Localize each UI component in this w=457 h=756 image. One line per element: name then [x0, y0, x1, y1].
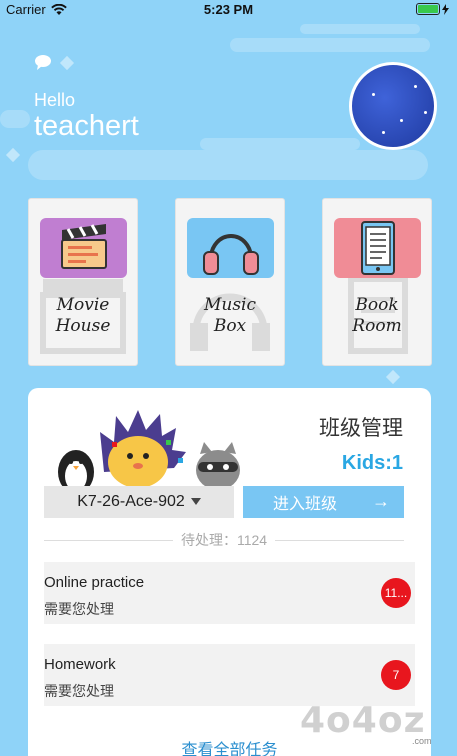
mascot-illustration — [58, 410, 240, 490]
clock: 5:23 PM — [203, 2, 254, 17]
ebook-icon — [361, 221, 395, 275]
diamond-decoration — [5, 147, 21, 163]
clapperboard-icon — [61, 224, 107, 269]
task-title: Online practice — [44, 574, 145, 591]
kids-count: Kids:1 — [341, 452, 403, 474]
book-room-label: Book Room — [352, 295, 402, 336]
task-item-homework[interactable]: Homework 需要您处理 7 — [44, 644, 415, 706]
enter-class-label: 进入班级 — [273, 496, 338, 513]
pending-divider: 待处理：1124 — [44, 530, 405, 550]
task-subtitle: 需要您处理 — [44, 601, 114, 617]
headphones-icon — [203, 234, 259, 275]
divider-line — [275, 539, 405, 541]
battery-icon — [416, 3, 440, 15]
task-badge: 7 — [381, 660, 411, 690]
user-name: teachert — [34, 110, 139, 142]
chat-bubble-icon[interactable] — [34, 54, 52, 70]
avatar[interactable] — [349, 62, 437, 150]
music-box-label: Music Box — [203, 295, 257, 336]
class-select-value: K7-26-Ace-902 — [77, 493, 185, 510]
pending-count: 待处理：1124 — [180, 532, 268, 548]
book-room-card[interactable]: Book Room — [322, 198, 432, 366]
cloud-decoration — [300, 24, 420, 34]
hello-label: Hello — [34, 90, 76, 110]
diamond-decoration — [59, 55, 75, 71]
book-icon-box — [334, 218, 421, 278]
movie-house-label: Movie House — [55, 295, 111, 336]
movie-house-card[interactable]: Movie House — [28, 198, 138, 366]
status-bar: Carrier 5:23 PM — [0, 0, 457, 20]
site-watermark: 4o4oz — [300, 700, 426, 741]
task-item-online-practice[interactable]: Online practice 需要您处理 11... — [44, 562, 415, 624]
cloud-decoration — [28, 150, 428, 180]
dropdown-triangle-icon — [190, 498, 201, 505]
battery-indicator — [416, 3, 449, 15]
task-badge: 11... — [381, 578, 411, 608]
divider-line — [44, 539, 173, 541]
music-box-card[interactable]: Music Box — [175, 198, 285, 366]
site-watermark-domain: .com — [412, 736, 432, 746]
task-title: Homework — [44, 656, 116, 673]
arrow-right-icon: → — [372, 491, 390, 511]
class-select-dropdown[interactable]: K7-26-Ace-902 — [44, 486, 234, 518]
cloud-decoration — [230, 38, 430, 52]
panel-title: 班级管理 — [319, 417, 403, 440]
cloud-decoration — [0, 110, 30, 128]
music-icon-box — [187, 218, 274, 278]
cloud-decoration — [200, 138, 360, 150]
charging-bolt-icon — [442, 3, 449, 15]
movie-icon-box — [40, 218, 127, 278]
task-subtitle: 需要您处理 — [44, 683, 114, 699]
diamond-decoration — [385, 369, 401, 385]
enter-class-button[interactable]: 进入班级 → — [243, 486, 404, 518]
